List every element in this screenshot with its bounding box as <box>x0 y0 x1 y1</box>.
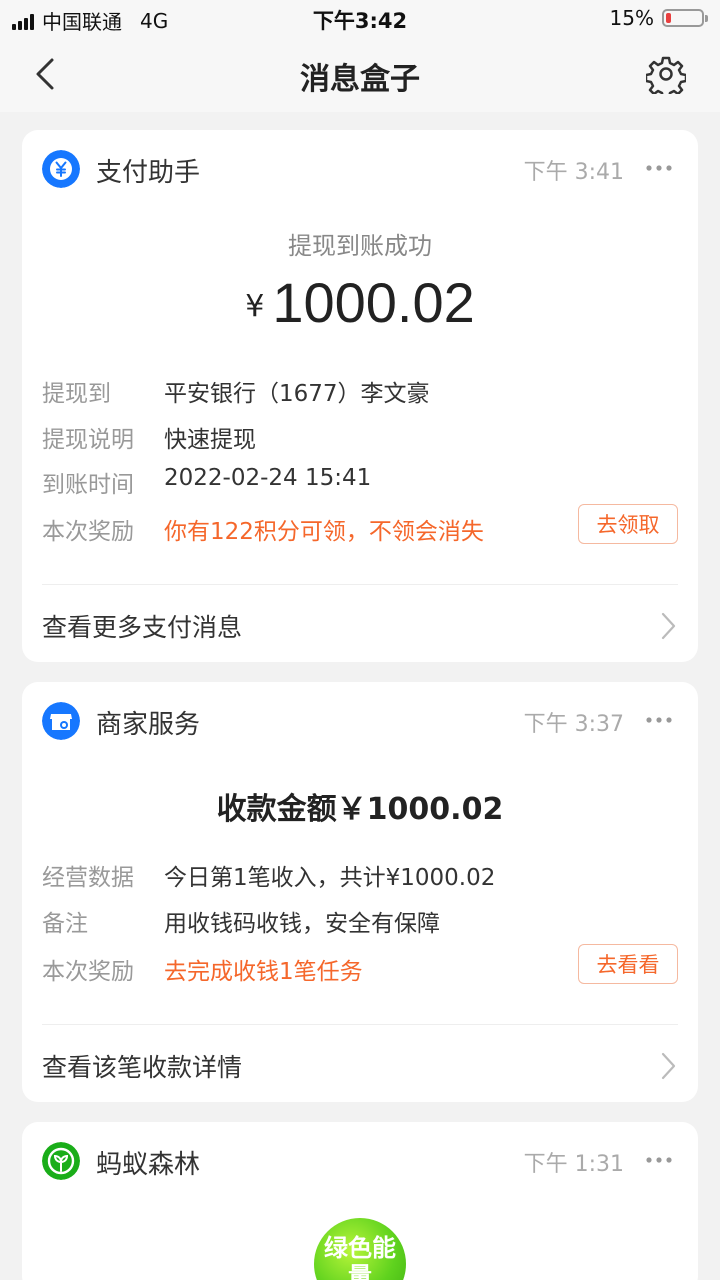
page-title: 消息盒子 <box>300 62 420 97</box>
claim-points-button[interactable]: 去领取 <box>578 504 678 544</box>
message-box-page: 中国联通 4G 下午3:42 15% 消息盒子 支付助手 下午 3:41 提现到… <box>0 0 720 1280</box>
footer-label: 查看该笔收款详情 <box>42 1053 243 1082</box>
message-card-forest[interactable]: 蚂蚁森林 下午 1:31 绿色能量 <box>22 1122 698 1280</box>
view-task-button[interactable]: 去看看 <box>578 944 678 984</box>
detail-label: 本次奖励 <box>42 519 134 545</box>
reward-text: 你有122积分可领，不领会消失 <box>164 519 484 545</box>
chevron-right-icon <box>661 1052 676 1080</box>
card-header: 蚂蚁森林 下午 1:31 <box>42 1140 678 1184</box>
app-name: 蚂蚁森林 <box>96 1150 201 1180</box>
nav-bar: 消息盒子 <box>0 36 720 112</box>
currency-symbol: ¥ <box>245 289 265 324</box>
card-header: 支付助手 下午 3:41 <box>42 148 678 192</box>
detail-row: 到账时间 2022-02-24 15:41 <box>42 465 678 505</box>
message-time: 下午 1:31 <box>523 1152 624 1177</box>
more-icon[interactable] <box>644 710 674 730</box>
detail-label: 本次奖励 <box>42 959 134 985</box>
status-right: 15% <box>609 6 708 30</box>
reward-row: 本次奖励 去完成收钱1笔任务 去看看 <box>42 944 678 992</box>
detail-row: 备注 用收钱码收钱，安全有保障 <box>42 904 678 944</box>
detail-label: 备注 <box>42 911 88 937</box>
received-amount-title: 收款金额￥1000.02 <box>216 792 504 827</box>
store-icon <box>42 702 80 740</box>
detail-value: 今日第1笔收入，共计¥1000.02 <box>164 865 496 891</box>
detail-label: 经营数据 <box>42 865 134 891</box>
reward-row: 本次奖励 你有122积分可领，不领会消失 去领取 <box>42 504 678 552</box>
more-icon[interactable] <box>644 1150 674 1170</box>
message-time: 下午 3:37 <box>523 712 624 737</box>
footer-label: 查看更多支付消息 <box>42 613 243 642</box>
reward-text: 去完成收钱1笔任务 <box>164 959 363 985</box>
chevron-right-icon <box>661 612 676 640</box>
battery-fill <box>666 13 671 23</box>
withdraw-amount: ¥1000.02 <box>22 270 698 335</box>
divider <box>42 584 678 585</box>
battery-icon <box>662 9 708 27</box>
detail-row: 提现说明 快速提现 <box>42 420 678 460</box>
detail-label: 到账时间 <box>42 472 134 498</box>
detail-label: 提现到 <box>42 381 111 407</box>
green-energy-ball[interactable]: 绿色能量 <box>314 1218 406 1280</box>
withdraw-status: 提现到账成功 <box>288 232 432 260</box>
detail-value: 快速提现 <box>164 427 256 453</box>
detail-row: 提现到 平安银行（1677）李文豪 <box>42 374 678 414</box>
message-card-payment[interactable]: 支付助手 下午 3:41 提现到账成功 ¥1000.02 提现到 平安银行（16… <box>22 130 698 662</box>
battery-percent: 15% <box>609 6 654 30</box>
app-name: 商家服务 <box>96 710 201 740</box>
card-header: 商家服务 下午 3:37 <box>42 700 678 744</box>
more-payment-messages-link[interactable]: 查看更多支付消息 <box>42 608 678 648</box>
divider <box>42 1024 678 1025</box>
amount-value: 1000.02 <box>272 271 475 334</box>
status-bar: 中国联通 4G 下午3:42 15% <box>0 0 720 36</box>
more-icon[interactable] <box>644 158 674 178</box>
yen-coin-icon <box>42 150 80 188</box>
app-name: 支付助手 <box>96 158 201 188</box>
message-time: 下午 3:41 <box>523 160 624 185</box>
detail-value: 用收钱码收钱，安全有保障 <box>164 911 440 937</box>
gear-icon <box>644 56 688 100</box>
settings-button[interactable] <box>644 54 688 100</box>
receipt-details-link[interactable]: 查看该笔收款详情 <box>42 1048 678 1088</box>
detail-row: 经营数据 今日第1笔收入，共计¥1000.02 <box>42 858 678 898</box>
message-card-merchant[interactable]: 商家服务 下午 3:37 收款金额￥1000.02 经营数据 今日第1笔收入，共… <box>22 682 698 1102</box>
detail-value: 2022-02-24 15:41 <box>164 465 372 491</box>
sprout-icon <box>42 1142 80 1180</box>
detail-value: 平安银行（1677）李文豪 <box>164 381 430 407</box>
detail-label: 提现说明 <box>42 427 134 453</box>
